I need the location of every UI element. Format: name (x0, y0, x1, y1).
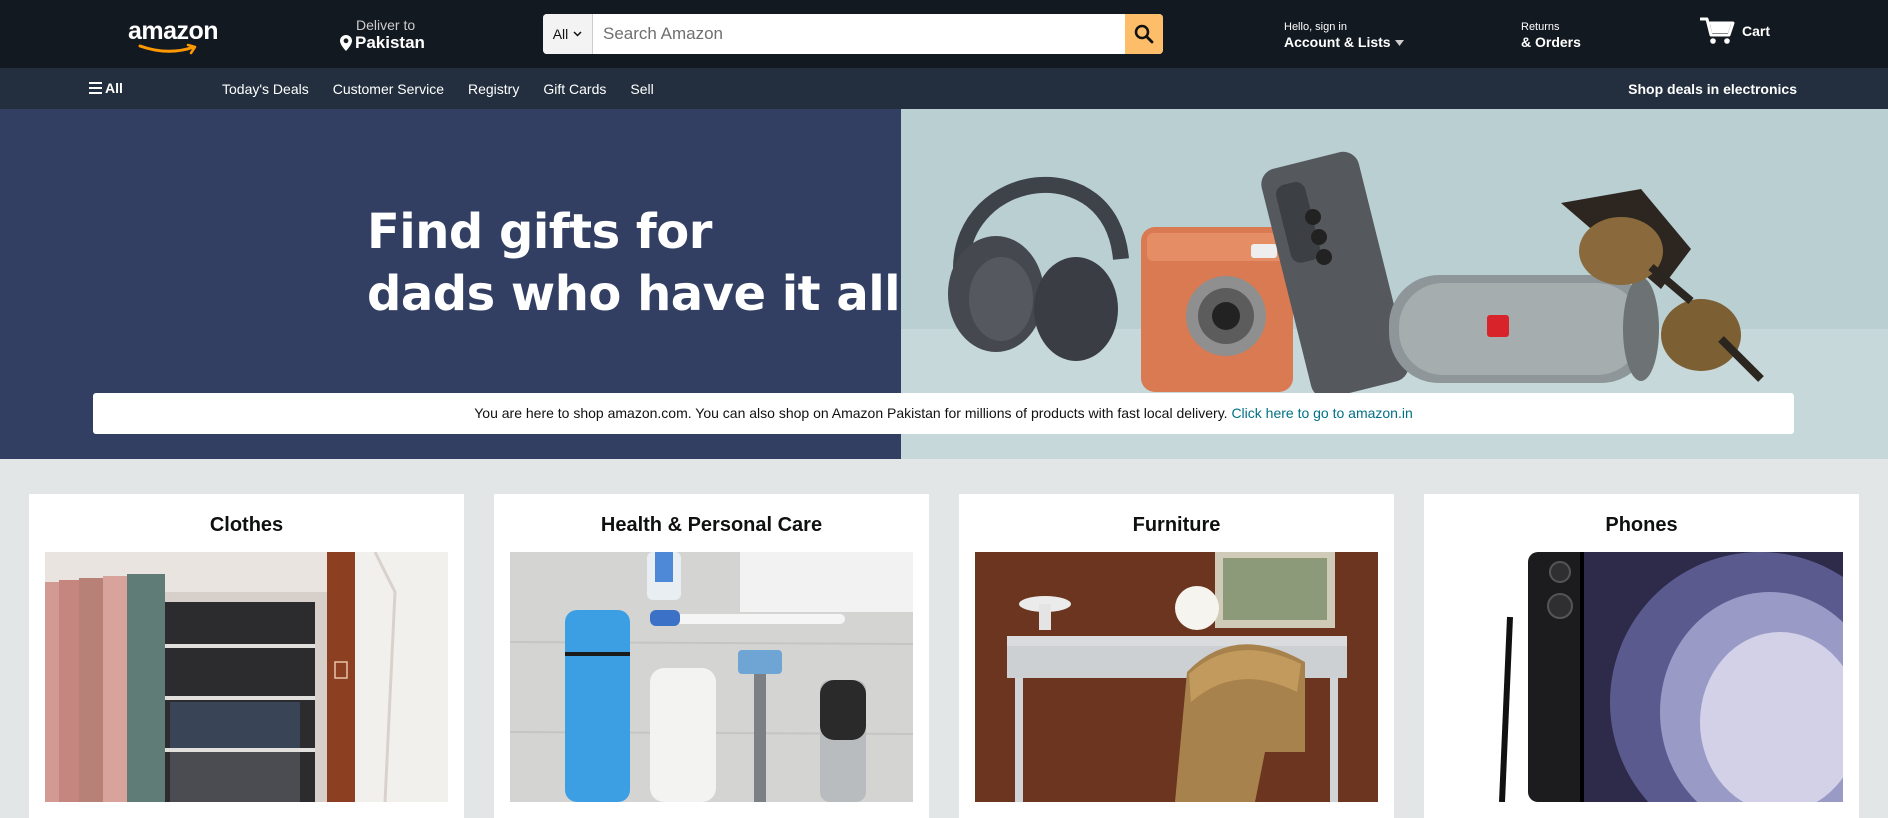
speaker-image (1389, 275, 1659, 383)
top-header: amazon Deliver to Pakistan All Search Am… (0, 0, 1888, 68)
caret-down-icon (1394, 39, 1404, 46)
camera-image (1141, 227, 1293, 392)
nav-link-registry[interactable]: Registry (468, 81, 519, 97)
phones-image[interactable] (1440, 552, 1843, 802)
search-input[interactable] (593, 14, 1125, 54)
nav-bar: All Today's Deals Customer Service Regis… (0, 68, 1888, 109)
card-title: Health & Personal Care (600, 514, 823, 536)
nav-link-customer-service[interactable]: Customer Service (333, 81, 444, 97)
nav-links: Today's Deals Customer Service Registry … (222, 81, 678, 97)
deliver-to[interactable]: Deliver to Pakistan (340, 17, 425, 53)
orders-label: & Orders (1521, 34, 1581, 50)
nav-link-gift-cards[interactable]: Gift Cards (543, 81, 606, 97)
deliver-to-label: Deliver to (356, 17, 416, 33)
card-title: Phones (1605, 514, 1678, 536)
category-card-phones[interactable]: Phones (1424, 494, 1859, 818)
all-menu-label: All (105, 80, 123, 96)
chevron-down-icon (573, 31, 582, 37)
deliver-to-location: Pakistan (355, 33, 425, 52)
account-label: Account & Lists (1284, 34, 1391, 50)
search-category-select[interactable]: All (543, 14, 593, 54)
search-category-value: All (552, 26, 569, 42)
furniture-image[interactable] (975, 552, 1378, 802)
card-title: Clothes (209, 514, 284, 536)
cart-button[interactable]: Cart (1700, 16, 1770, 46)
location-pin-icon (340, 35, 352, 51)
category-card-health[interactable]: Health & Personal Care (494, 494, 929, 818)
health-care-image[interactable] (510, 552, 913, 802)
nav-link-todays-deals[interactable]: Today's Deals (222, 81, 309, 97)
hamburger-icon (89, 82, 102, 94)
returns-orders[interactable]: Returns & Orders (1521, 20, 1581, 51)
all-menu-button[interactable]: All (89, 80, 123, 96)
nav-promo-link[interactable]: Shop deals in electronics (1628, 81, 1797, 97)
account-greeting: Hello, sign in (1284, 21, 1347, 33)
search-button[interactable] (1125, 14, 1163, 54)
search-bar: All (543, 14, 1163, 54)
clothes-image[interactable] (45, 552, 448, 802)
hero-title-line2: dads who have it all (367, 266, 901, 322)
hero-title: Find gifts for dads who have it all (367, 201, 901, 325)
cart-label: Cart (1742, 23, 1771, 39)
shop-local-notice: You are here to shop amazon.com. You can… (93, 393, 1794, 434)
cart-icon (1700, 17, 1735, 44)
amazon-logo[interactable]: amazon (128, 17, 219, 55)
hero-title-line1: Find gifts for (367, 204, 712, 260)
search-icon (1134, 24, 1154, 44)
returns-label: Returns (1521, 21, 1560, 33)
notice-text: You are here to shop amazon.com. You can… (474, 405, 1232, 421)
card-title: Furniture (1132, 514, 1221, 536)
account-menu[interactable]: Hello, sign in Account & Lists (1284, 20, 1404, 51)
logo-smile-icon (138, 43, 197, 55)
logo-text: amazon (128, 17, 219, 45)
nav-link-sell[interactable]: Sell (630, 81, 653, 97)
category-card-clothes[interactable]: Clothes (29, 494, 464, 818)
notice-link[interactable]: Click here to go to amazon.in (1231, 405, 1412, 421)
category-card-furniture[interactable]: Furniture (959, 494, 1394, 818)
